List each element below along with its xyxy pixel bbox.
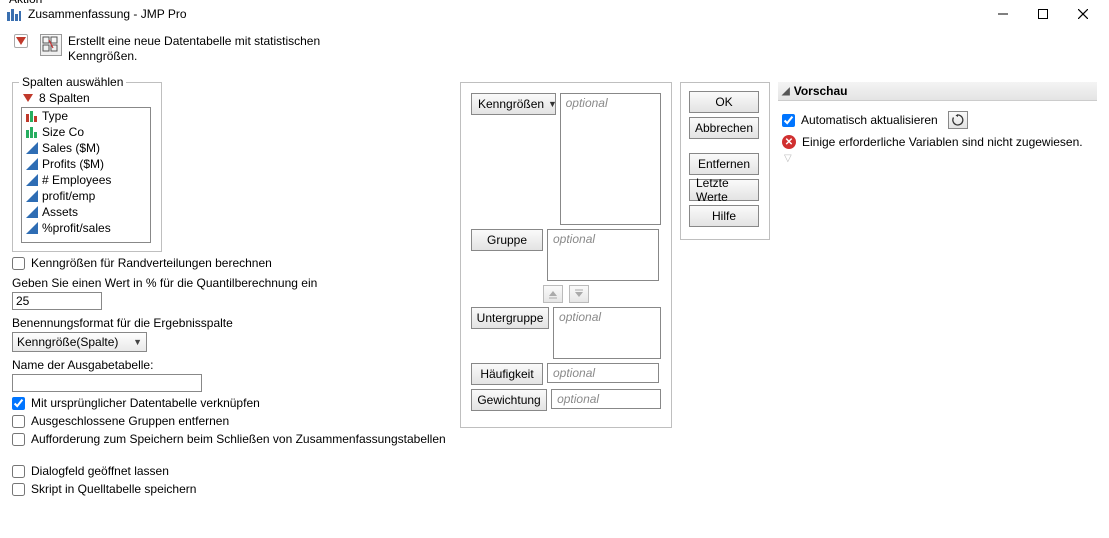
columns-menu-icon[interactable] xyxy=(21,91,35,105)
save-script-label: Skript in Quelltabelle speichern xyxy=(31,482,196,496)
error-icon: ✕ xyxy=(782,135,796,149)
marker-icon: ▽ xyxy=(784,153,1093,164)
column-type-icon xyxy=(26,126,38,138)
remove-excluded-label: Ausgeschlossene Gruppen entfernen xyxy=(31,414,229,428)
column-item-label: Sales ($M) xyxy=(42,141,100,155)
app-icon xyxy=(6,6,22,22)
suppress-save-label: Aufforderung zum Speichern beim Schließe… xyxy=(31,432,446,446)
action-panel-label: Aktion xyxy=(6,0,45,6)
column-type-icon xyxy=(26,174,38,186)
ok-button[interactable]: OK xyxy=(689,91,759,113)
subgroup-button-label: Untergruppe xyxy=(477,311,544,325)
titlebar: Zusammenfassung - JMP Pro xyxy=(0,0,1109,28)
column-item-label: Size Co xyxy=(42,125,84,139)
chevron-down-icon: ▼ xyxy=(548,99,557,109)
help-button[interactable]: Hilfe xyxy=(689,205,759,227)
column-item[interactable]: # Employees xyxy=(22,172,150,188)
freq-button[interactable]: Häufigkeit xyxy=(471,363,543,385)
freq-button-label: Häufigkeit xyxy=(480,367,533,381)
columns-panel-label: Spalten auswählen xyxy=(19,75,126,89)
output-table-input[interactable] xyxy=(12,374,202,392)
window-title: Zusammenfassung - JMP Pro xyxy=(28,7,187,21)
quantile-input[interactable] xyxy=(12,292,102,310)
weight-button-label: Gewichtung xyxy=(477,393,540,407)
column-item[interactable]: Assets xyxy=(22,204,150,220)
quantile-label: Geben Sie einen Wert in % für die Quanti… xyxy=(12,276,452,290)
columns-list[interactable]: Type Size Co Sales ($M) Profits ($M) # Emplo… xyxy=(21,107,151,243)
subgroup-button[interactable]: Untergruppe xyxy=(471,307,549,329)
save-script-checkbox[interactable] xyxy=(12,483,25,496)
disclosure-icon: ◢ xyxy=(782,86,790,97)
column-type-icon xyxy=(26,206,38,218)
refresh-button[interactable] xyxy=(948,111,968,129)
preview-header[interactable]: ◢ Vorschau xyxy=(778,82,1097,101)
weight-dropzone[interactable]: optional xyxy=(551,389,661,409)
column-item-label: Profits ($M) xyxy=(42,157,104,171)
chevron-down-icon: ▼ xyxy=(133,337,142,347)
keep-dialog-open-checkbox[interactable] xyxy=(12,465,25,478)
move-down-button[interactable] xyxy=(569,285,589,303)
group-button[interactable]: Gruppe xyxy=(471,229,543,251)
freq-dropzone[interactable]: optional xyxy=(547,363,659,383)
remove-excluded-checkbox[interactable] xyxy=(12,415,25,428)
weight-button[interactable]: Gewichtung xyxy=(471,389,547,411)
column-item[interactable]: Type xyxy=(22,108,150,124)
column-item[interactable]: Sales ($M) xyxy=(22,140,150,156)
column-item-label: Type xyxy=(42,109,68,123)
link-original-checkbox[interactable] xyxy=(12,397,25,410)
marginal-stats-label: Kenngrößen für Randverteilungen berechne… xyxy=(31,256,272,270)
column-type-icon xyxy=(26,142,38,154)
column-item[interactable]: %profit/sales xyxy=(22,220,150,236)
link-original-label: Mit ursprünglicher Datentabelle verknüpf… xyxy=(31,396,260,410)
column-item-label: # Employees xyxy=(42,173,111,187)
auto-refresh-checkbox[interactable] xyxy=(782,114,795,127)
column-type-icon xyxy=(26,158,38,170)
keep-dialog-open-label: Dialogfeld geöffnet lassen xyxy=(31,464,169,478)
ok-button-label: OK xyxy=(715,95,732,109)
column-item-label: profit/emp xyxy=(42,189,95,203)
marginal-stats-checkbox[interactable] xyxy=(12,257,25,270)
column-item-label: %profit/sales xyxy=(42,221,111,235)
preview-warning: Einige erforderliche Variablen sind nich… xyxy=(802,135,1083,149)
maximize-button[interactable] xyxy=(1023,0,1063,28)
recall-button[interactable]: Letzte Werte xyxy=(689,179,759,201)
column-type-icon xyxy=(26,190,38,202)
cancel-button-label: Abbrechen xyxy=(695,121,753,135)
close-button[interactable] xyxy=(1063,0,1103,28)
naming-format-value: Kenngröße(Spalte) xyxy=(17,335,118,349)
group-button-label: Gruppe xyxy=(487,233,527,247)
column-type-icon xyxy=(26,222,38,234)
columns-count: 8 Spalten xyxy=(39,91,90,105)
action-panel: Aktion OK Abbrechen Entfernen Letzte Wer… xyxy=(680,82,770,240)
cancel-button[interactable]: Abbrechen xyxy=(689,117,759,139)
move-up-button[interactable] xyxy=(543,285,563,303)
description-text: Erstellt eine neue Datentabelle mit stat… xyxy=(68,34,328,64)
platform-menu-icon[interactable] xyxy=(14,34,28,48)
recall-button-label: Letzte Werte xyxy=(696,176,752,204)
remove-button[interactable]: Entfernen xyxy=(689,153,759,175)
suppress-save-checkbox[interactable] xyxy=(12,433,25,446)
remove-button-label: Entfernen xyxy=(698,157,750,171)
column-item[interactable]: Profits ($M) xyxy=(22,156,150,172)
help-button-label: Hilfe xyxy=(712,209,736,223)
column-item[interactable]: Size Co xyxy=(22,124,150,140)
preview-title: Vorschau xyxy=(794,84,848,98)
column-item-label: Assets xyxy=(42,205,78,219)
columns-panel: Spalten auswählen 8 Spalten TypeSize CoS… xyxy=(12,82,162,252)
statistics-dropzone[interactable]: optional xyxy=(560,93,661,225)
auto-refresh-label: Automatisch aktualisieren xyxy=(801,113,938,127)
column-item[interactable]: profit/emp xyxy=(22,188,150,204)
naming-format-select[interactable]: Kenngröße(Spalte) ▼ xyxy=(12,332,147,352)
statistics-button-label: Kenngrößen xyxy=(478,97,544,111)
naming-format-label: Benennungsformat für die Ergebnisspalte xyxy=(12,316,452,330)
cast-panel: Kenngrößen ▼ optional Gruppe optional Un… xyxy=(460,82,672,428)
statistics-button[interactable]: Kenngrößen ▼ xyxy=(471,93,556,115)
column-type-icon xyxy=(26,110,38,122)
output-table-label: Name der Ausgabetabelle: xyxy=(12,358,452,372)
minimize-button[interactable] xyxy=(983,0,1023,28)
subgroup-dropzone[interactable]: optional xyxy=(553,307,661,359)
summary-icon xyxy=(40,34,62,56)
group-dropzone[interactable]: optional xyxy=(547,229,659,281)
